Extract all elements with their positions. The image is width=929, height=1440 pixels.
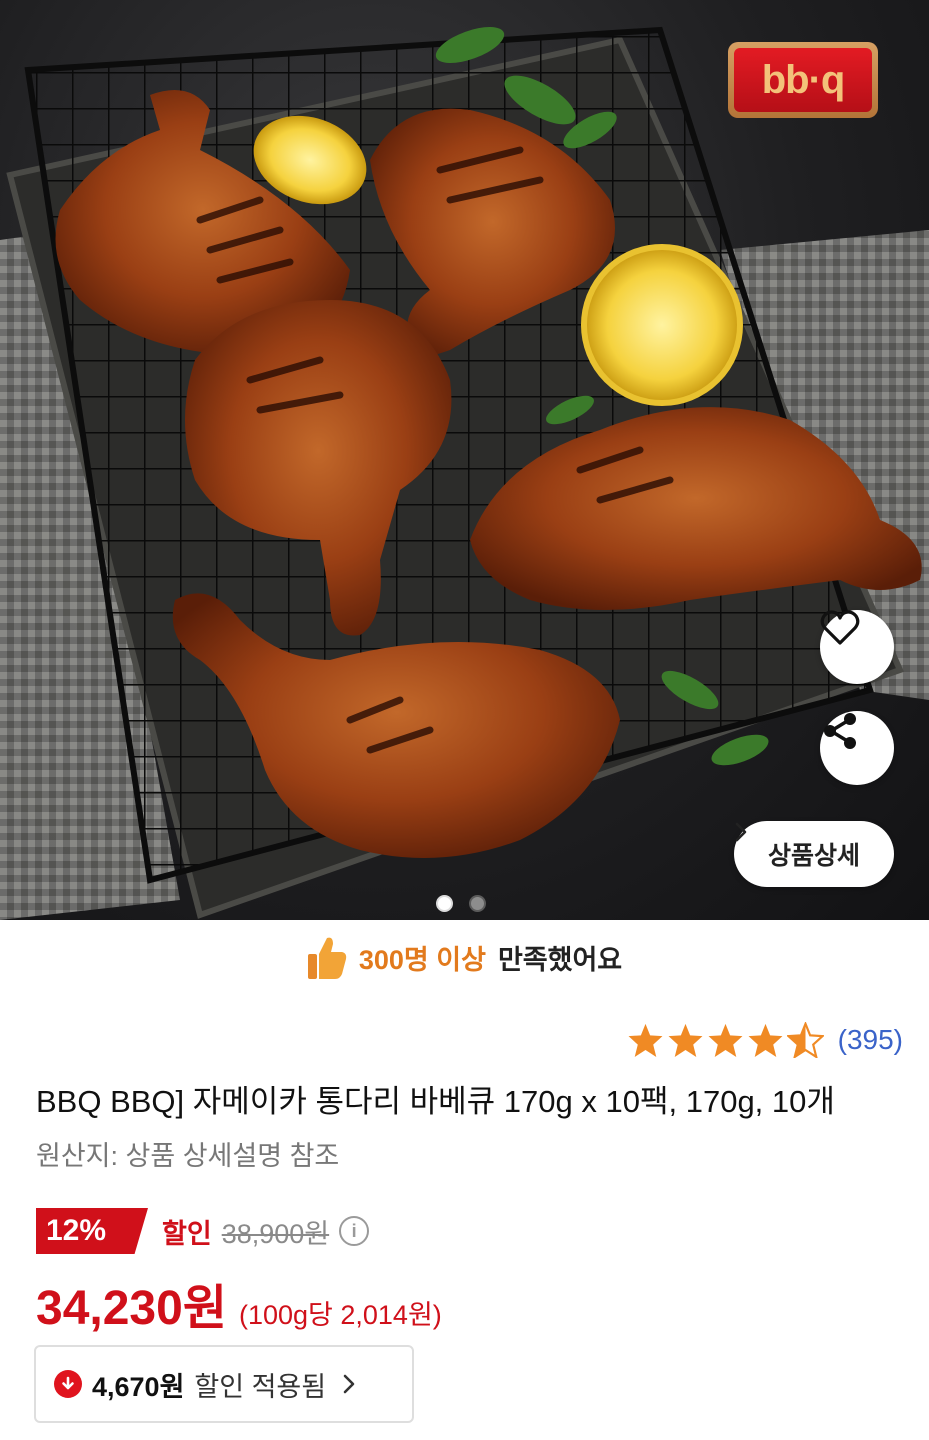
product-origin: 원산지: 상품 상세설명 참조 [36, 1141, 340, 1171]
original-price: 38,900원 [221, 1218, 330, 1249]
chevron-right-icon [343, 1374, 355, 1394]
discount-label: 할인 [162, 1218, 212, 1249]
product-image-carousel[interactable]: bb·q 상품상세 [0, 0, 929, 920]
coupon-text: 할인 적용됨 [194, 1371, 327, 1402]
like-button[interactable] [820, 610, 894, 684]
sale-price: 34,230원 [36, 1282, 227, 1335]
product-detail-label: 상품상세 [767, 842, 860, 870]
brand-logo-text: bb·q [734, 48, 872, 112]
star-half-icon [786, 1022, 824, 1058]
star-full-icon [668, 1023, 703, 1057]
carousel-dot-1[interactable] [436, 895, 453, 912]
unit-price: (100g당 2,014원) [238, 1300, 442, 1330]
share-icon [824, 713, 856, 749]
discount-row: 12% 할인 38,900원 i [36, 1208, 370, 1254]
share-button[interactable] [820, 711, 894, 785]
carousel-dot-2[interactable] [469, 895, 486, 912]
review-count[interactable]: (395) [838, 1024, 903, 1056]
product-detail-button[interactable]: 상품상세 [734, 821, 894, 887]
star-full-icon [628, 1023, 663, 1057]
coupon-discount-button[interactable]: 4,670원 할인 적용됨 [34, 1345, 414, 1423]
heart-icon [820, 610, 860, 645]
star-rating [627, 1022, 824, 1058]
product-rating[interactable]: (395) [627, 1022, 903, 1058]
chevron-right-icon [735, 822, 747, 842]
discount-rate-badge: 12% [36, 1208, 148, 1254]
thumbs-up-icon [307, 937, 347, 979]
product-title: BBQ BBQ] 자메이카 통다리 바베큐 170g x 10팩, 170g, … [36, 1084, 835, 1119]
satisfaction-count: 300명 이상 [358, 944, 486, 975]
coupon-amount: 4,670원 [92, 1371, 185, 1402]
satisfaction-text: 만족했어요 [497, 944, 623, 975]
product-photo [0, 26, 929, 920]
carousel-indicator [436, 895, 486, 912]
price-row: 34,230원 (100g당 2,014원) [36, 1268, 442, 1338]
star-full-icon [748, 1023, 783, 1057]
down-arrow-circle-icon [54, 1370, 82, 1398]
satisfaction-banner: 300명 이상 만족했어요 [0, 928, 929, 986]
star-full-icon [708, 1023, 743, 1057]
brand-logo: bb·q [728, 42, 878, 118]
info-icon[interactable]: i [339, 1216, 370, 1246]
